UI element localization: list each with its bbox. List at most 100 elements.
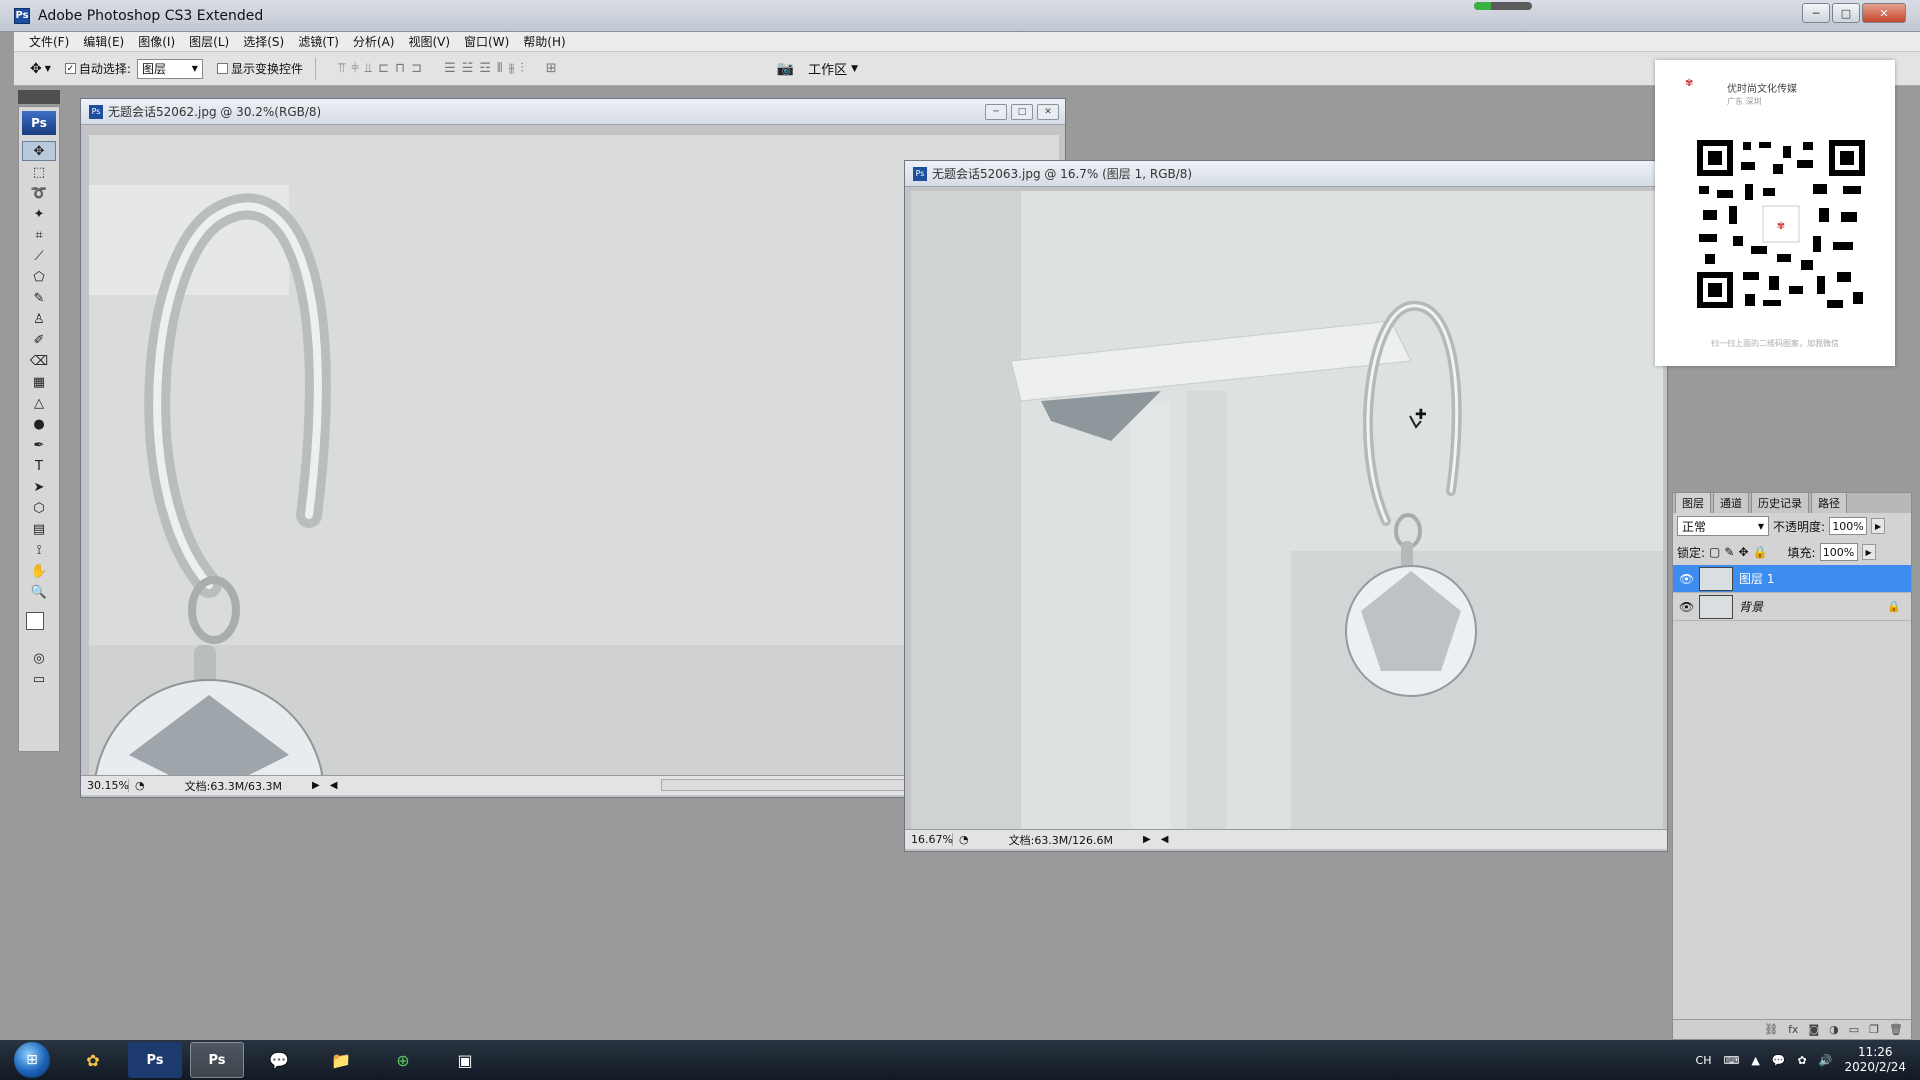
- hand-tool-icon[interactable]: ✋: [22, 561, 56, 581]
- menu-filter[interactable]: 滤镜(T): [291, 33, 346, 50]
- crop-tool-icon[interactable]: ⌗: [22, 225, 56, 245]
- blend-mode-dropdown[interactable]: 正常 ▼: [1677, 516, 1769, 536]
- photoshop-icon[interactable]: Ps: [190, 1042, 244, 1078]
- shape-tool-icon[interactable]: ⬡: [22, 498, 56, 518]
- workspace-button[interactable]: 工作区 ▼: [808, 59, 858, 78]
- align-left-icon[interactable]: ⊏: [378, 61, 389, 76]
- fx-icon[interactable]: fx: [1788, 1023, 1798, 1036]
- quick-mask-icon[interactable]: ◎: [22, 648, 56, 668]
- auto-align-icon[interactable]: ⊞: [546, 61, 557, 76]
- lock-position-icon[interactable]: ✥: [1738, 545, 1748, 559]
- zoom-level[interactable]: 30.15%: [81, 779, 129, 792]
- layer-row[interactable]: 👁 背景 🔒: [1673, 593, 1911, 621]
- dodge-tool-icon[interactable]: ●: [22, 414, 56, 434]
- ime-indicator[interactable]: CH: [1696, 1054, 1712, 1067]
- eraser-tool-icon[interactable]: ⌫: [22, 351, 56, 371]
- minimize-button[interactable]: ─: [1802, 3, 1830, 23]
- clock[interactable]: 11:26 2020/2/24: [1844, 1045, 1906, 1075]
- marquee-tool-icon[interactable]: ⬚: [22, 162, 56, 182]
- distribute-right-icon[interactable]: ⫶: [520, 61, 523, 76]
- doc-maximize-button[interactable]: □: [1011, 104, 1033, 120]
- menu-analysis[interactable]: 分析(A): [346, 33, 402, 50]
- history-brush-icon[interactable]: ✐: [22, 330, 56, 350]
- doc-minimize-button[interactable]: ─: [985, 104, 1007, 120]
- distribute-left-icon[interactable]: ⫴: [497, 61, 502, 76]
- menu-layer[interactable]: 图层(L): [182, 33, 236, 50]
- type-tool-icon[interactable]: T: [22, 456, 56, 476]
- tab-layers[interactable]: 图层: [1675, 492, 1711, 513]
- doc-close-button[interactable]: ✕: [1037, 104, 1059, 120]
- distribute-hcenter-icon[interactable]: ⫵: [509, 61, 515, 76]
- link-icon[interactable]: ⛓: [1764, 1023, 1778, 1036]
- auto-select-dropdown[interactable]: 图层 ▼: [136, 58, 203, 79]
- start-button[interactable]: ⊞: [14, 1042, 50, 1078]
- group-icon[interactable]: ▭: [1849, 1023, 1859, 1036]
- lock-transparency-icon[interactable]: ▢: [1709, 545, 1720, 559]
- horizontal-scrollbar[interactable]: [661, 779, 921, 791]
- opacity-slider-arrow-icon[interactable]: ▶: [1871, 518, 1886, 534]
- screen-recorder-icon[interactable]: ▣: [438, 1042, 492, 1078]
- trash-icon[interactable]: 🗑: [1889, 1023, 1903, 1036]
- lock-pixels-icon[interactable]: ✎: [1724, 545, 1734, 559]
- distribute-vcenter-icon[interactable]: ☱: [462, 61, 474, 76]
- clone-stamp-icon[interactable]: ♙: [22, 309, 56, 329]
- maximize-button[interactable]: □: [1832, 3, 1860, 23]
- menu-image[interactable]: 图像(I): [131, 33, 182, 50]
- keyboard-icon[interactable]: ⌨: [1723, 1054, 1739, 1067]
- opacity-input[interactable]: 100%: [1829, 517, 1868, 535]
- show-transform-checkbox[interactable]: [216, 63, 228, 74]
- layer-row[interactable]: 👁 图层 1: [1673, 565, 1911, 593]
- gradient-tool-icon[interactable]: ▦: [22, 372, 56, 392]
- brush-tool-icon[interactable]: ✎: [22, 288, 56, 308]
- scroll-left-icon[interactable]: ◀: [1161, 834, 1169, 845]
- close-button[interactable]: ✕: [1862, 3, 1906, 23]
- scroll-left-icon[interactable]: ◀: [330, 780, 338, 791]
- menu-file[interactable]: 文件(F): [22, 33, 76, 50]
- adjustment-icon[interactable]: ◑: [1829, 1023, 1839, 1036]
- show-hidden-icons-icon[interactable]: ▲: [1751, 1054, 1759, 1067]
- foreground-color-swatch[interactable]: [26, 612, 44, 630]
- lasso-tool-icon[interactable]: ➰: [22, 183, 56, 203]
- align-vcenter-icon[interactable]: ⫩: [351, 61, 358, 76]
- eye-icon[interactable]: 👁: [1679, 572, 1694, 586]
- fill-slider-arrow-icon[interactable]: ▶: [1861, 544, 1876, 560]
- lock-all-icon[interactable]: 🔒: [1753, 545, 1768, 559]
- qq-tray-icon[interactable]: ✿: [1798, 1054, 1807, 1067]
- file-explorer-icon[interactable]: 📁: [314, 1042, 368, 1078]
- magic-wand-icon[interactable]: ✦: [22, 204, 56, 224]
- pen-tool-icon[interactable]: ✒: [22, 435, 56, 455]
- tool-preset-picker[interactable]: ✥ ▼: [30, 61, 51, 77]
- mask-icon[interactable]: ◙: [1808, 1023, 1819, 1036]
- toolbox-grip[interactable]: [18, 90, 60, 104]
- volume-icon[interactable]: 🔊: [1819, 1054, 1833, 1067]
- move-tool-icon[interactable]: ✥: [22, 141, 56, 161]
- menu-help[interactable]: 帮助(H): [516, 33, 572, 50]
- align-top-icon[interactable]: ⫪: [338, 61, 345, 76]
- menu-select[interactable]: 选择(S): [236, 33, 291, 50]
- tab-channels[interactable]: 通道: [1713, 492, 1749, 513]
- tab-history[interactable]: 历史记录: [1751, 492, 1809, 513]
- align-right-icon[interactable]: ⊐: [411, 61, 422, 76]
- distribute-top-icon[interactable]: ☰: [444, 61, 456, 76]
- status-menu-arrow-icon[interactable]: ▶: [1143, 834, 1151, 845]
- eye-icon[interactable]: 👁: [1679, 600, 1694, 614]
- browser-icon[interactable]: ⊕: [376, 1042, 430, 1078]
- path-select-icon[interactable]: ➤: [22, 477, 56, 497]
- blur-tool-icon[interactable]: △: [22, 393, 56, 413]
- screen-mode-icon[interactable]: ▭: [22, 669, 56, 689]
- align-bottom-icon[interactable]: ⫫: [365, 61, 372, 76]
- qq-icon[interactable]: ✿: [66, 1042, 120, 1078]
- distribute-bottom-icon[interactable]: ☲: [479, 61, 491, 76]
- status-menu-arrow-icon[interactable]: ▶: [312, 780, 320, 791]
- wechat-tray-icon[interactable]: 💬: [1772, 1054, 1786, 1067]
- camera-icon[interactable]: 📷: [777, 61, 794, 77]
- notes-tool-icon[interactable]: ▤: [22, 519, 56, 539]
- tab-paths[interactable]: 路径: [1811, 492, 1847, 513]
- fill-input[interactable]: 100%: [1819, 543, 1858, 561]
- healing-brush-icon[interactable]: ⬠: [22, 267, 56, 287]
- status-info-icon[interactable]: ◔: [959, 833, 969, 846]
- menu-window[interactable]: 窗口(W): [457, 33, 516, 50]
- zoom-tool-icon[interactable]: 🔍: [22, 582, 56, 602]
- slice-tool-icon[interactable]: ⟋: [22, 246, 56, 266]
- menu-edit[interactable]: 编辑(E): [76, 33, 131, 50]
